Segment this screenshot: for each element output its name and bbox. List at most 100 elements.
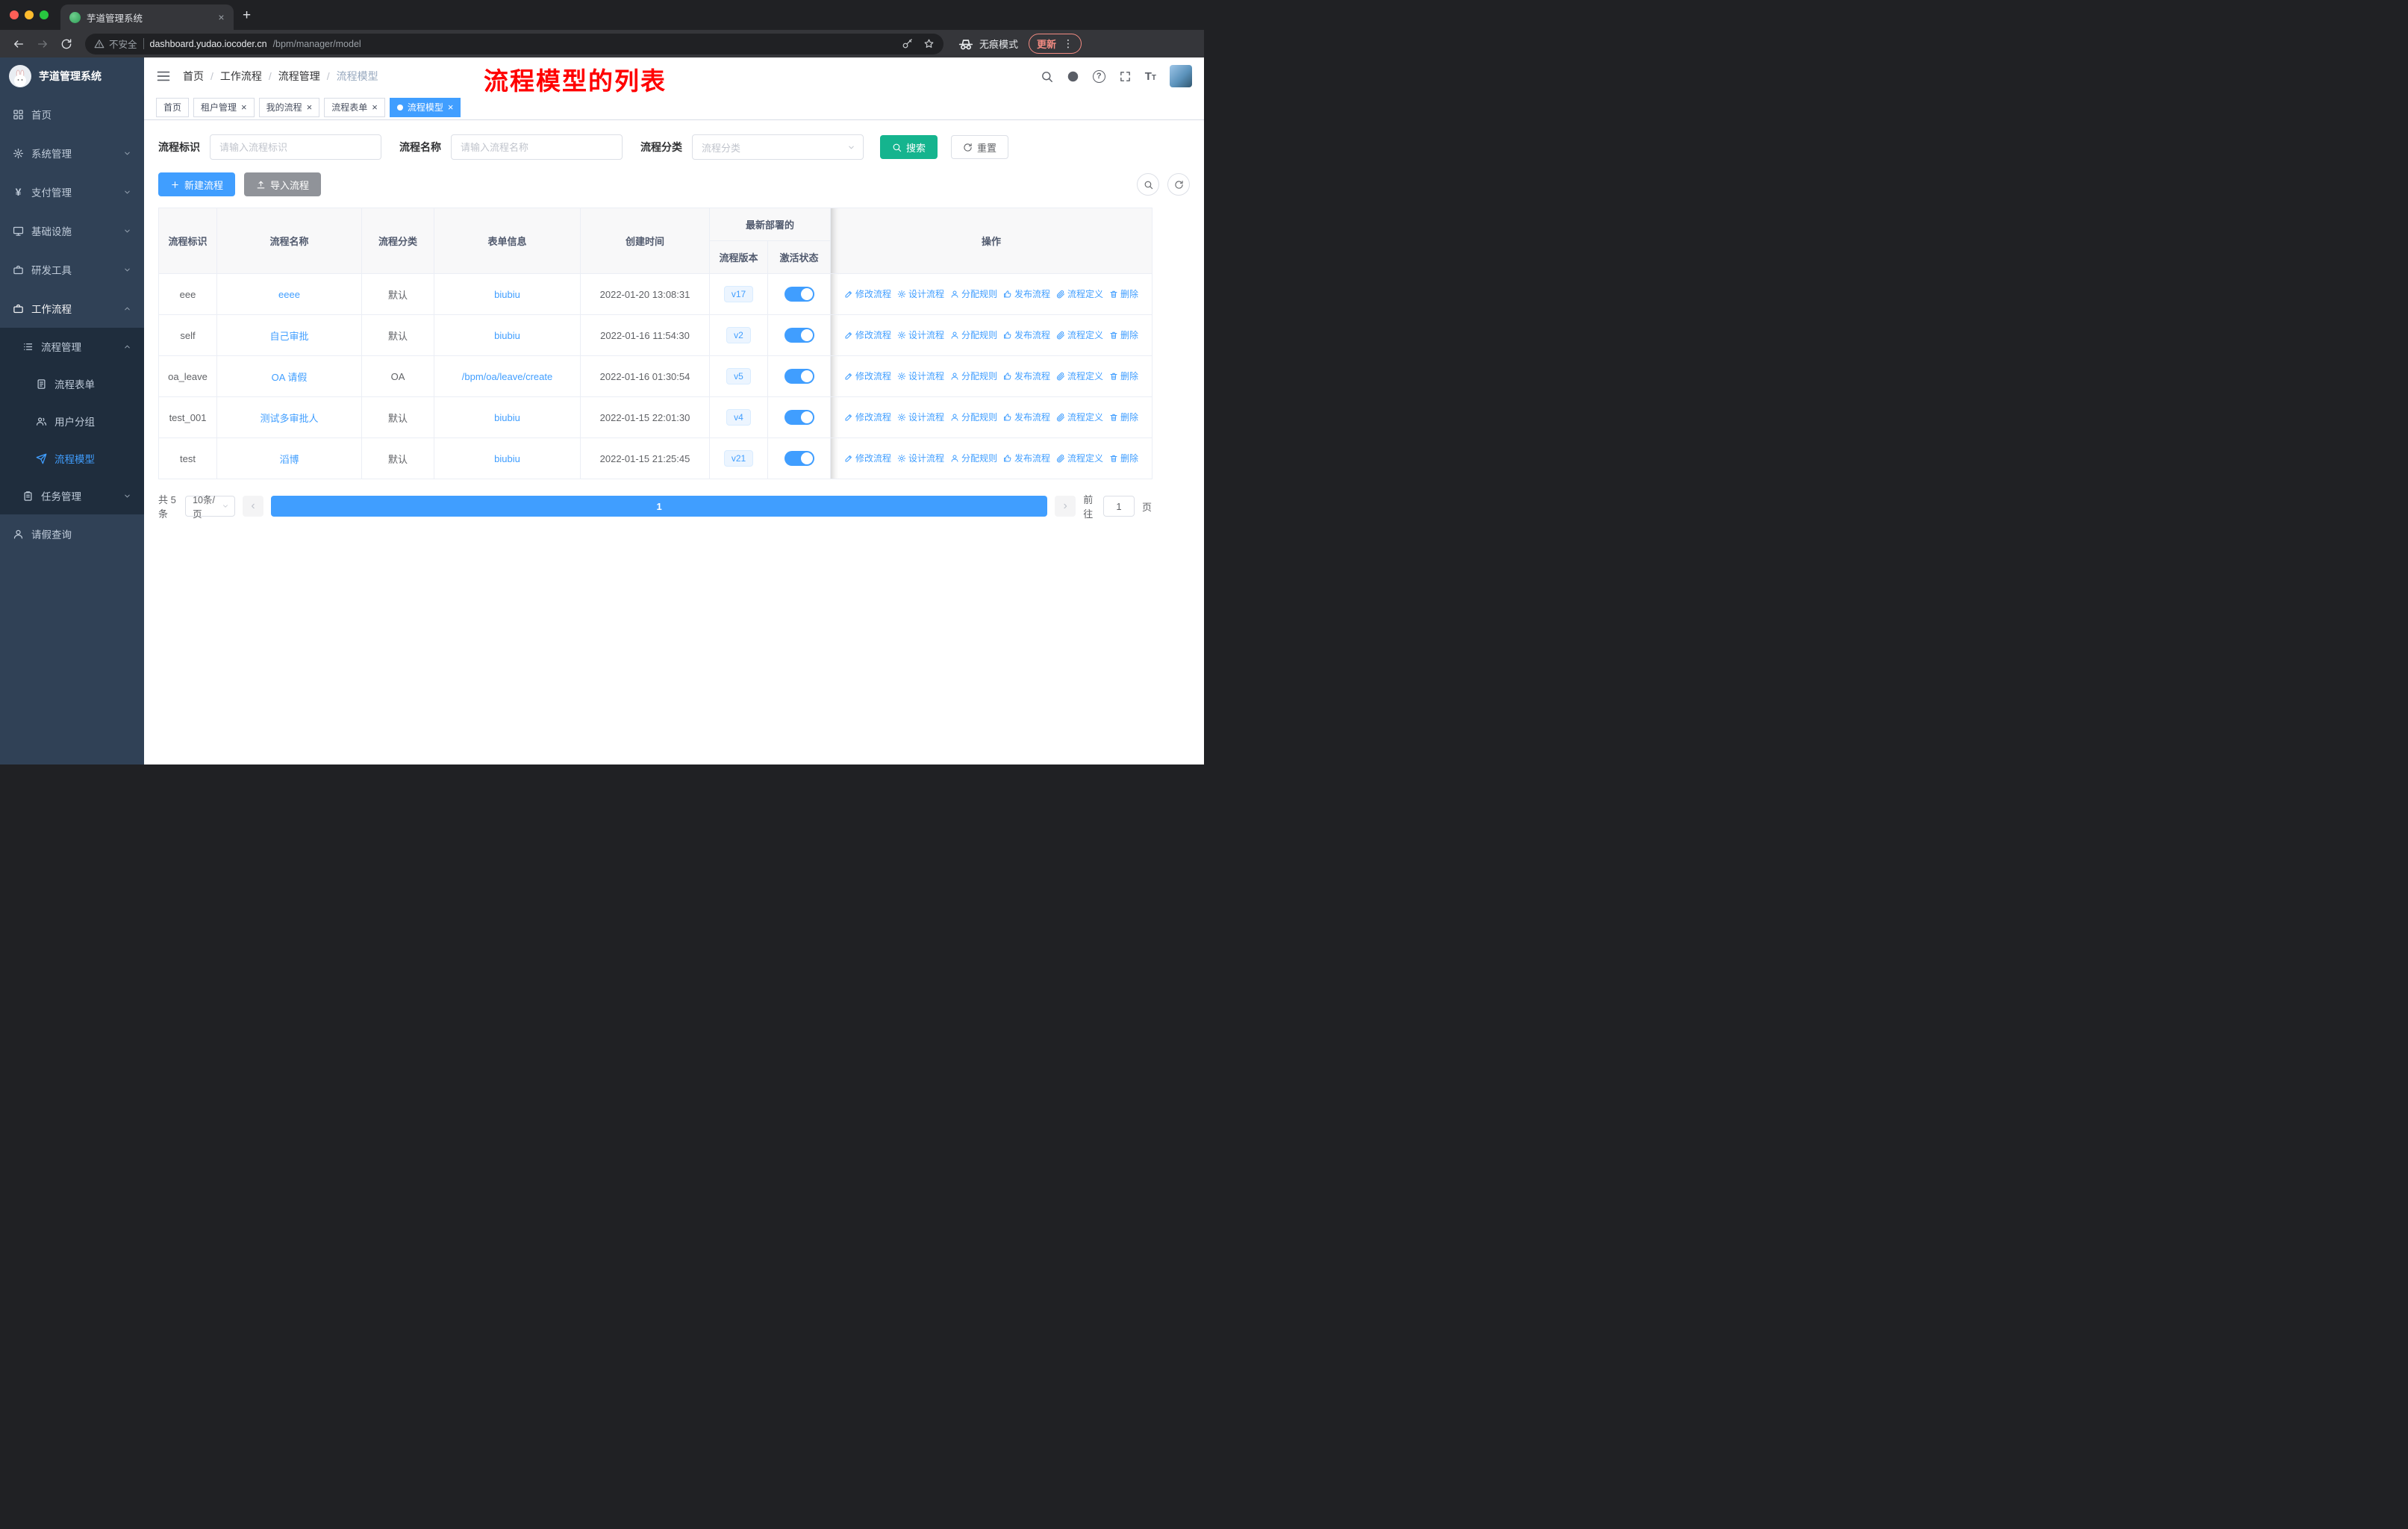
tag-tenant[interactable]: 租户管理 × [193, 97, 255, 117]
status-toggle[interactable] [784, 451, 814, 466]
op-definition-link[interactable]: 流程定义 [1056, 287, 1103, 300]
form-link[interactable]: biubiu [494, 412, 520, 423]
process-id-input[interactable] [210, 134, 381, 160]
op-definition-link[interactable]: 流程定义 [1056, 370, 1103, 382]
op-assign-link[interactable]: 分配规则 [950, 370, 997, 382]
op-publish-link[interactable]: 发布流程 [1003, 328, 1050, 341]
sidebar-item-process-model[interactable]: 流程模型 [0, 440, 144, 477]
op-design-link[interactable]: 设计流程 [897, 287, 944, 300]
status-toggle[interactable] [784, 369, 814, 384]
import-process-button[interactable]: 导入流程 [244, 172, 322, 196]
browser-update-button[interactable]: 更新 ⋮ [1029, 34, 1082, 54]
op-modify-link[interactable]: 修改流程 [844, 328, 891, 341]
form-link[interactable]: biubiu [494, 330, 520, 341]
help-icon[interactable]: ? [1092, 69, 1105, 83]
sidebar-item-task-mgmt[interactable]: 任务管理 [0, 477, 144, 514]
browser-menu-icon[interactable]: ⋮ [1063, 37, 1073, 50]
goto-page-input[interactable] [1102, 496, 1135, 517]
toggle-search-button[interactable] [1137, 173, 1159, 196]
status-toggle[interactable] [784, 328, 814, 343]
process-name-link[interactable]: 滔博 [279, 454, 299, 465]
breadcrumb-home[interactable]: 首页 [183, 69, 204, 84]
process-name-link[interactable]: OA 请假 [272, 372, 308, 383]
op-design-link[interactable]: 设计流程 [897, 328, 944, 341]
op-assign-link[interactable]: 分配规则 [950, 287, 997, 300]
sidebar-item-process-mgmt[interactable]: 流程管理 [0, 328, 144, 365]
security-chip[interactable]: 不安全 [94, 37, 137, 51]
sidebar-item-leave-query[interactable]: 请假查询 [0, 514, 144, 553]
op-design-link[interactable]: 设计流程 [897, 452, 944, 464]
op-delete-link[interactable]: 删除 [1109, 370, 1138, 382]
font-size-icon[interactable]: TT [1145, 70, 1156, 83]
sidebar-item-infra[interactable]: 基础设施 [0, 211, 144, 250]
tag-process-model[interactable]: 流程模型 × [389, 97, 461, 117]
op-delete-link[interactable]: 删除 [1109, 328, 1138, 341]
op-delete-link[interactable]: 删除 [1109, 287, 1138, 300]
reset-button[interactable]: 重置 [951, 135, 1009, 159]
status-toggle[interactable] [784, 287, 814, 302]
form-link[interactable]: biubiu [494, 453, 520, 464]
tag-home[interactable]: 首页 [156, 97, 190, 117]
tag-my-process[interactable]: 我的流程 × [258, 97, 320, 117]
page-1-button[interactable]: 1 [271, 496, 1048, 517]
close-window-button[interactable] [10, 10, 19, 19]
sidebar-item-system[interactable]: 系统管理 [0, 134, 144, 172]
close-icon[interactable]: × [448, 102, 454, 112]
bookmark-star-icon[interactable] [923, 38, 935, 49]
op-definition-link[interactable]: 流程定义 [1056, 452, 1103, 464]
create-process-button[interactable]: 新建流程 [158, 172, 236, 196]
reload-icon[interactable] [57, 34, 76, 54]
browser-tab[interactable]: 芋道管理系统 × [60, 4, 234, 30]
op-delete-link[interactable]: 删除 [1109, 452, 1138, 464]
search-icon[interactable] [1041, 70, 1053, 83]
op-publish-link[interactable]: 发布流程 [1003, 287, 1050, 300]
op-modify-link[interactable]: 修改流程 [844, 287, 891, 300]
op-modify-link[interactable]: 修改流程 [844, 411, 891, 423]
op-modify-link[interactable]: 修改流程 [844, 370, 891, 382]
op-delete-link[interactable]: 删除 [1109, 411, 1138, 423]
sidebar-item-home[interactable]: 首页 [0, 95, 144, 134]
form-link[interactable]: /bpm/oa/leave/create [462, 371, 552, 382]
refresh-table-button[interactable] [1167, 173, 1190, 196]
process-category-select[interactable]: 流程分类 [692, 134, 864, 160]
op-definition-link[interactable]: 流程定义 [1056, 328, 1103, 341]
op-design-link[interactable]: 设计流程 [897, 411, 944, 423]
prev-page-button[interactable]: ‹ [243, 496, 264, 517]
sidebar-item-devtools[interactable]: 研发工具 [0, 250, 144, 289]
form-link[interactable]: biubiu [494, 289, 520, 300]
tab-close-icon[interactable]: × [215, 11, 228, 24]
minimize-window-button[interactable] [25, 10, 34, 19]
breadcrumb-process-mgmt[interactable]: 流程管理 [278, 69, 320, 84]
process-name-link[interactable]: 自己审批 [269, 331, 308, 342]
sidebar-item-payment[interactable]: ¥ 支付管理 [0, 172, 144, 211]
app-logo[interactable]: 芋道管理系统 [0, 57, 144, 95]
fullscreen-icon[interactable] [1119, 70, 1132, 83]
sidebar-item-user-group[interactable]: 用户分组 [0, 402, 144, 440]
page-size-select[interactable]: 10条/页 [185, 495, 236, 520]
new-tab-button[interactable]: + [243, 7, 251, 24]
search-button[interactable]: 搜索 [880, 135, 938, 159]
close-icon[interactable]: × [241, 102, 247, 112]
op-modify-link[interactable]: 修改流程 [844, 452, 891, 464]
sidebar-item-process-form[interactable]: 流程表单 [0, 365, 144, 402]
sidebar-item-workflow[interactable]: 工作流程 [0, 289, 144, 328]
op-definition-link[interactable]: 流程定义 [1056, 411, 1103, 423]
address-bar[interactable]: 不安全 dashboard.yudao.iocoder.cn/bpm/manag… [85, 33, 943, 55]
op-assign-link[interactable]: 分配规则 [950, 411, 997, 423]
maximize-window-button[interactable] [40, 10, 49, 19]
op-design-link[interactable]: 设计流程 [897, 370, 944, 382]
github-icon[interactable] [1067, 70, 1079, 83]
process-name-link[interactable]: eeee [278, 289, 300, 300]
process-name-input[interactable] [451, 134, 623, 160]
op-assign-link[interactable]: 分配规则 [950, 452, 997, 464]
op-publish-link[interactable]: 发布流程 [1003, 370, 1050, 382]
next-page-button[interactable]: › [1055, 496, 1076, 517]
user-avatar[interactable] [1170, 65, 1192, 87]
forward-icon[interactable] [33, 34, 52, 54]
op-publish-link[interactable]: 发布流程 [1003, 452, 1050, 464]
sidebar-toggle-icon[interactable] [156, 69, 171, 84]
password-key-icon[interactable] [902, 38, 913, 49]
tag-process-form[interactable]: 流程表单 × [324, 97, 385, 117]
process-name-link[interactable]: 测试多审批人 [260, 413, 318, 424]
breadcrumb-workflow[interactable]: 工作流程 [220, 69, 262, 84]
